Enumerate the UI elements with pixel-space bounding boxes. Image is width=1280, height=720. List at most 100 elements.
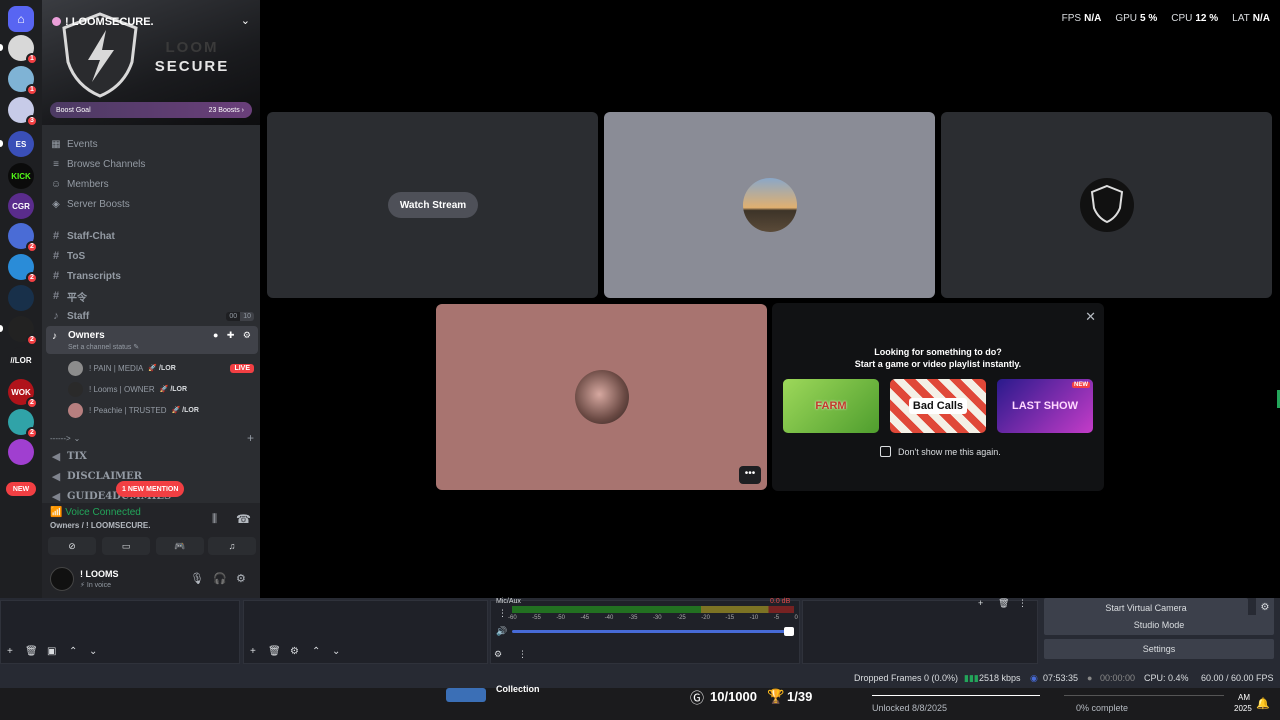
chevron-down-icon[interactable]: ⌄ [241,14,250,27]
dont-show-checkbox[interactable]: Don't show me this again. [880,446,1001,457]
chevron-down-icon[interactable]: ⌄ [89,646,97,657]
nav-members-label: Members [67,178,109,190]
channel-transcripts[interactable]: # Transcripts [50,267,254,285]
volume-slider-handle[interactable] [784,627,794,636]
user-status-label: In voice [86,582,111,589]
camera-off-button[interactable]: ⊘ [48,537,96,555]
channel-actions[interactable]: ● ✚ ⚙ [213,330,254,341]
server-10-icon[interactable]: 2 [8,316,38,346]
more-options-button[interactable]: ••• [739,466,761,484]
chevron-up-icon[interactable]: ⌃ [312,646,320,657]
server-8-icon[interactable]: 2 [8,254,38,284]
meter-tick: -10 [749,615,759,621]
nav-events[interactable]: ▦ Events [50,135,254,153]
channel-owners[interactable]: ♪ Owners Set a channel status ✎ ● ✚ ⚙ [46,326,258,354]
nav-browse-channels[interactable]: ≡ Browse Channels [50,155,254,173]
perf-fps: FPS N/A [1062,13,1102,24]
activity-title-line-2: Start a game or video playlist instantly… [854,359,1022,369]
server-1-icon[interactable]: 1 [8,35,38,65]
channel-status[interactable]: Set a channel status ✎ [68,343,139,351]
discord-home-icon[interactable]: ⌂ [8,6,34,32]
server-cgr-icon[interactable]: CGR [8,193,34,219]
chevron-up-icon[interactable]: ⌃ [69,646,77,657]
server-kick-icon[interactable]: KICK [8,163,34,189]
mixer-settings-icon[interactable]: ⚙ [494,649,502,660]
trash-icon[interactable]: 🗑 [25,646,38,657]
participant-tile[interactable] [604,112,935,298]
game-tile-bad-calls[interactable]: Bad Calls [890,379,986,433]
server-name[interactable]: ! LOOMSECURE. [52,16,154,28]
screen-share-icon: ▭ [121,540,131,551]
kebab-menu-icon[interactable]: ⋮ [518,649,527,660]
kebab-menu-icon[interactable]: ⋮ [498,608,507,619]
channel-tix[interactable]: ◀ TIX [50,447,254,465]
disconnect-icon[interactable]: ☎ [236,512,251,526]
add-icon[interactable]: + [250,646,256,657]
headphones-icon[interactable]: 🎧 [213,572,227,585]
hash-icon: # [52,230,60,242]
add-icon[interactable]: + [978,598,983,608]
settings-gear-icon[interactable]: ⚙ [236,572,246,585]
channel-staff-chat[interactable]: # Staff-Chat [50,227,254,245]
chevron-down-icon[interactable]: ⌄ [332,646,340,657]
taskbar: Collection Ⓖ 10/1000 🏆 1/39 Unlocked 8/8… [0,684,1280,720]
server-9-icon[interactable] [8,285,34,311]
server-label: //LOR [10,355,32,365]
speaker-icon[interactable]: 🔊 [496,626,507,637]
avatar[interactable] [50,567,74,591]
microphone-icon[interactable]: 🎙 [190,572,204,585]
speaker-icon: ♪ [52,331,57,342]
signal-icon: 📶 [50,507,63,518]
channel-tos[interactable]: # ToS [50,247,254,265]
stream-tile[interactable]: Watch Stream [267,112,598,298]
channel-label: ToS [67,250,86,262]
participant-tile[interactable]: ••• [436,304,767,490]
boost-goal-bar[interactable]: Boost Goal 23 Boosts › [50,102,252,118]
channel-cjk[interactable]: # 平令 [50,287,254,305]
settings-button[interactable]: Settings [1044,639,1274,659]
soundboard-button[interactable]: ♫ [208,537,256,555]
game-tile-last-show[interactable]: LAST SHOW NEW [997,379,1093,433]
server-wok-icon[interactable]: WOK 2 [8,379,38,409]
game-tile-farm[interactable]: FARM [783,379,879,433]
record-icon: ● [1087,673,1093,683]
screen-share-button[interactable]: ▭ [102,537,150,555]
add-channel-icon[interactable]: + [247,431,254,445]
channel-staff-voice[interactable]: ♪ Staff 00 10 [50,307,254,325]
participant-tile[interactable] [941,112,1272,298]
server-13-icon[interactable]: 2 [8,409,38,439]
app-thumbnail[interactable] [446,688,486,702]
new-mention-pill[interactable]: 1 NEW MENTION [116,481,185,497]
trash-icon[interactable]: 🗑 [998,598,1009,609]
server-7-icon[interactable]: 2 [8,223,38,253]
voice-user[interactable]: ! PAIN | MEDIA 🚀 /LOR LIVE [68,359,254,377]
noise-suppression-icon[interactable]: ⫼ [212,513,217,526]
meter-tick: -15 [725,615,735,621]
studio-mode-button[interactable]: Studio Mode [1044,615,1274,635]
kebab-menu-icon[interactable]: ⋮ [1018,598,1027,609]
trash-icon[interactable]: 🗑 [268,646,281,657]
unread-pip [0,140,3,147]
call-stage: FPS N/A GPU 5 % CPU 12 % LAT N/A Watch Strea… [260,0,1280,598]
voice-user[interactable]: ! Peachie | TRUSTED 🚀 /LOR [68,401,254,419]
server-lor-icon[interactable]: //LOR [8,347,34,373]
watch-stream-button[interactable]: Watch Stream [388,192,478,218]
nav-members[interactable]: ☺ Members [50,175,254,193]
server-es-icon[interactable]: ES [8,131,34,157]
voice-connected[interactable]: 📶 Voice Connected [50,507,141,518]
score-icon: Ⓖ [690,690,704,706]
activities-button[interactable]: 🎮 [156,537,204,555]
server-3-icon[interactable]: 3 [8,97,38,127]
add-icon[interactable]: + [7,646,13,657]
server-14-icon[interactable] [8,439,34,465]
settings-gear-icon[interactable]: ⚙ [290,646,299,657]
nav-server-boosts[interactable]: ◈ Server Boosts [50,195,254,213]
close-icon[interactable]: ✕ [1085,309,1096,325]
meter-tick: -20 [701,615,710,621]
server-2-icon[interactable]: 1 [8,66,38,96]
voice-user[interactable]: ! Looms | OWNER 🚀 /LOR [68,380,254,398]
filter-icon[interactable]: ▣ [47,646,56,657]
notification-icon[interactable]: 🔔 [1256,697,1270,710]
volume-slider[interactable] [512,630,794,633]
category-separator[interactable]: ------> ⌄ + [50,429,254,447]
